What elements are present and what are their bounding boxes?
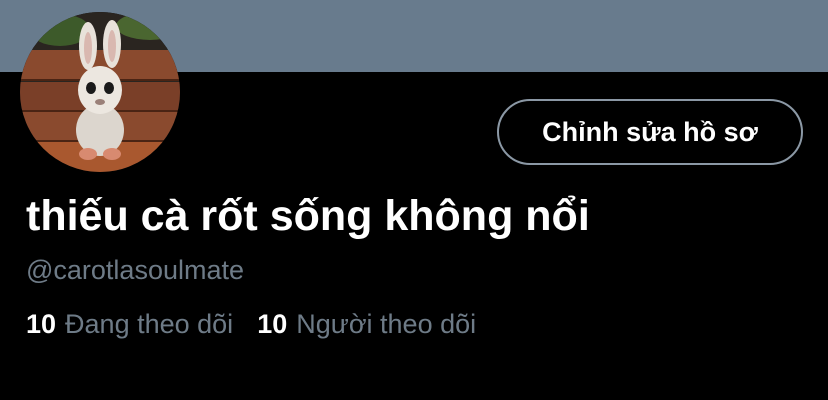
profile-avatar[interactable] [20,12,180,172]
followers-count: 10 [257,309,288,339]
following-count: 10 [26,309,57,339]
profile-stats: 10 Đang theo dõi 10 Người theo dõi [26,309,476,340]
following-stat-link[interactable]: 10 Đang theo dõi [26,309,233,340]
followers-label: Người theo dõi [296,309,477,339]
rabbid-avatar-icon [20,12,180,172]
followers-stat-link[interactable]: 10 Người theo dõi [257,309,476,340]
edit-profile-button[interactable]: Chỉnh sửa hồ sơ [497,99,803,165]
profile-display-name: thiếu cà rốt sống không nổi [26,192,590,240]
profile-header: Chỉnh sửa hồ sơ thiếu cà rốt sống không … [0,0,828,400]
profile-handle: @carotlasoulmate [26,255,245,285]
following-label: Đang theo dõi [65,309,234,339]
